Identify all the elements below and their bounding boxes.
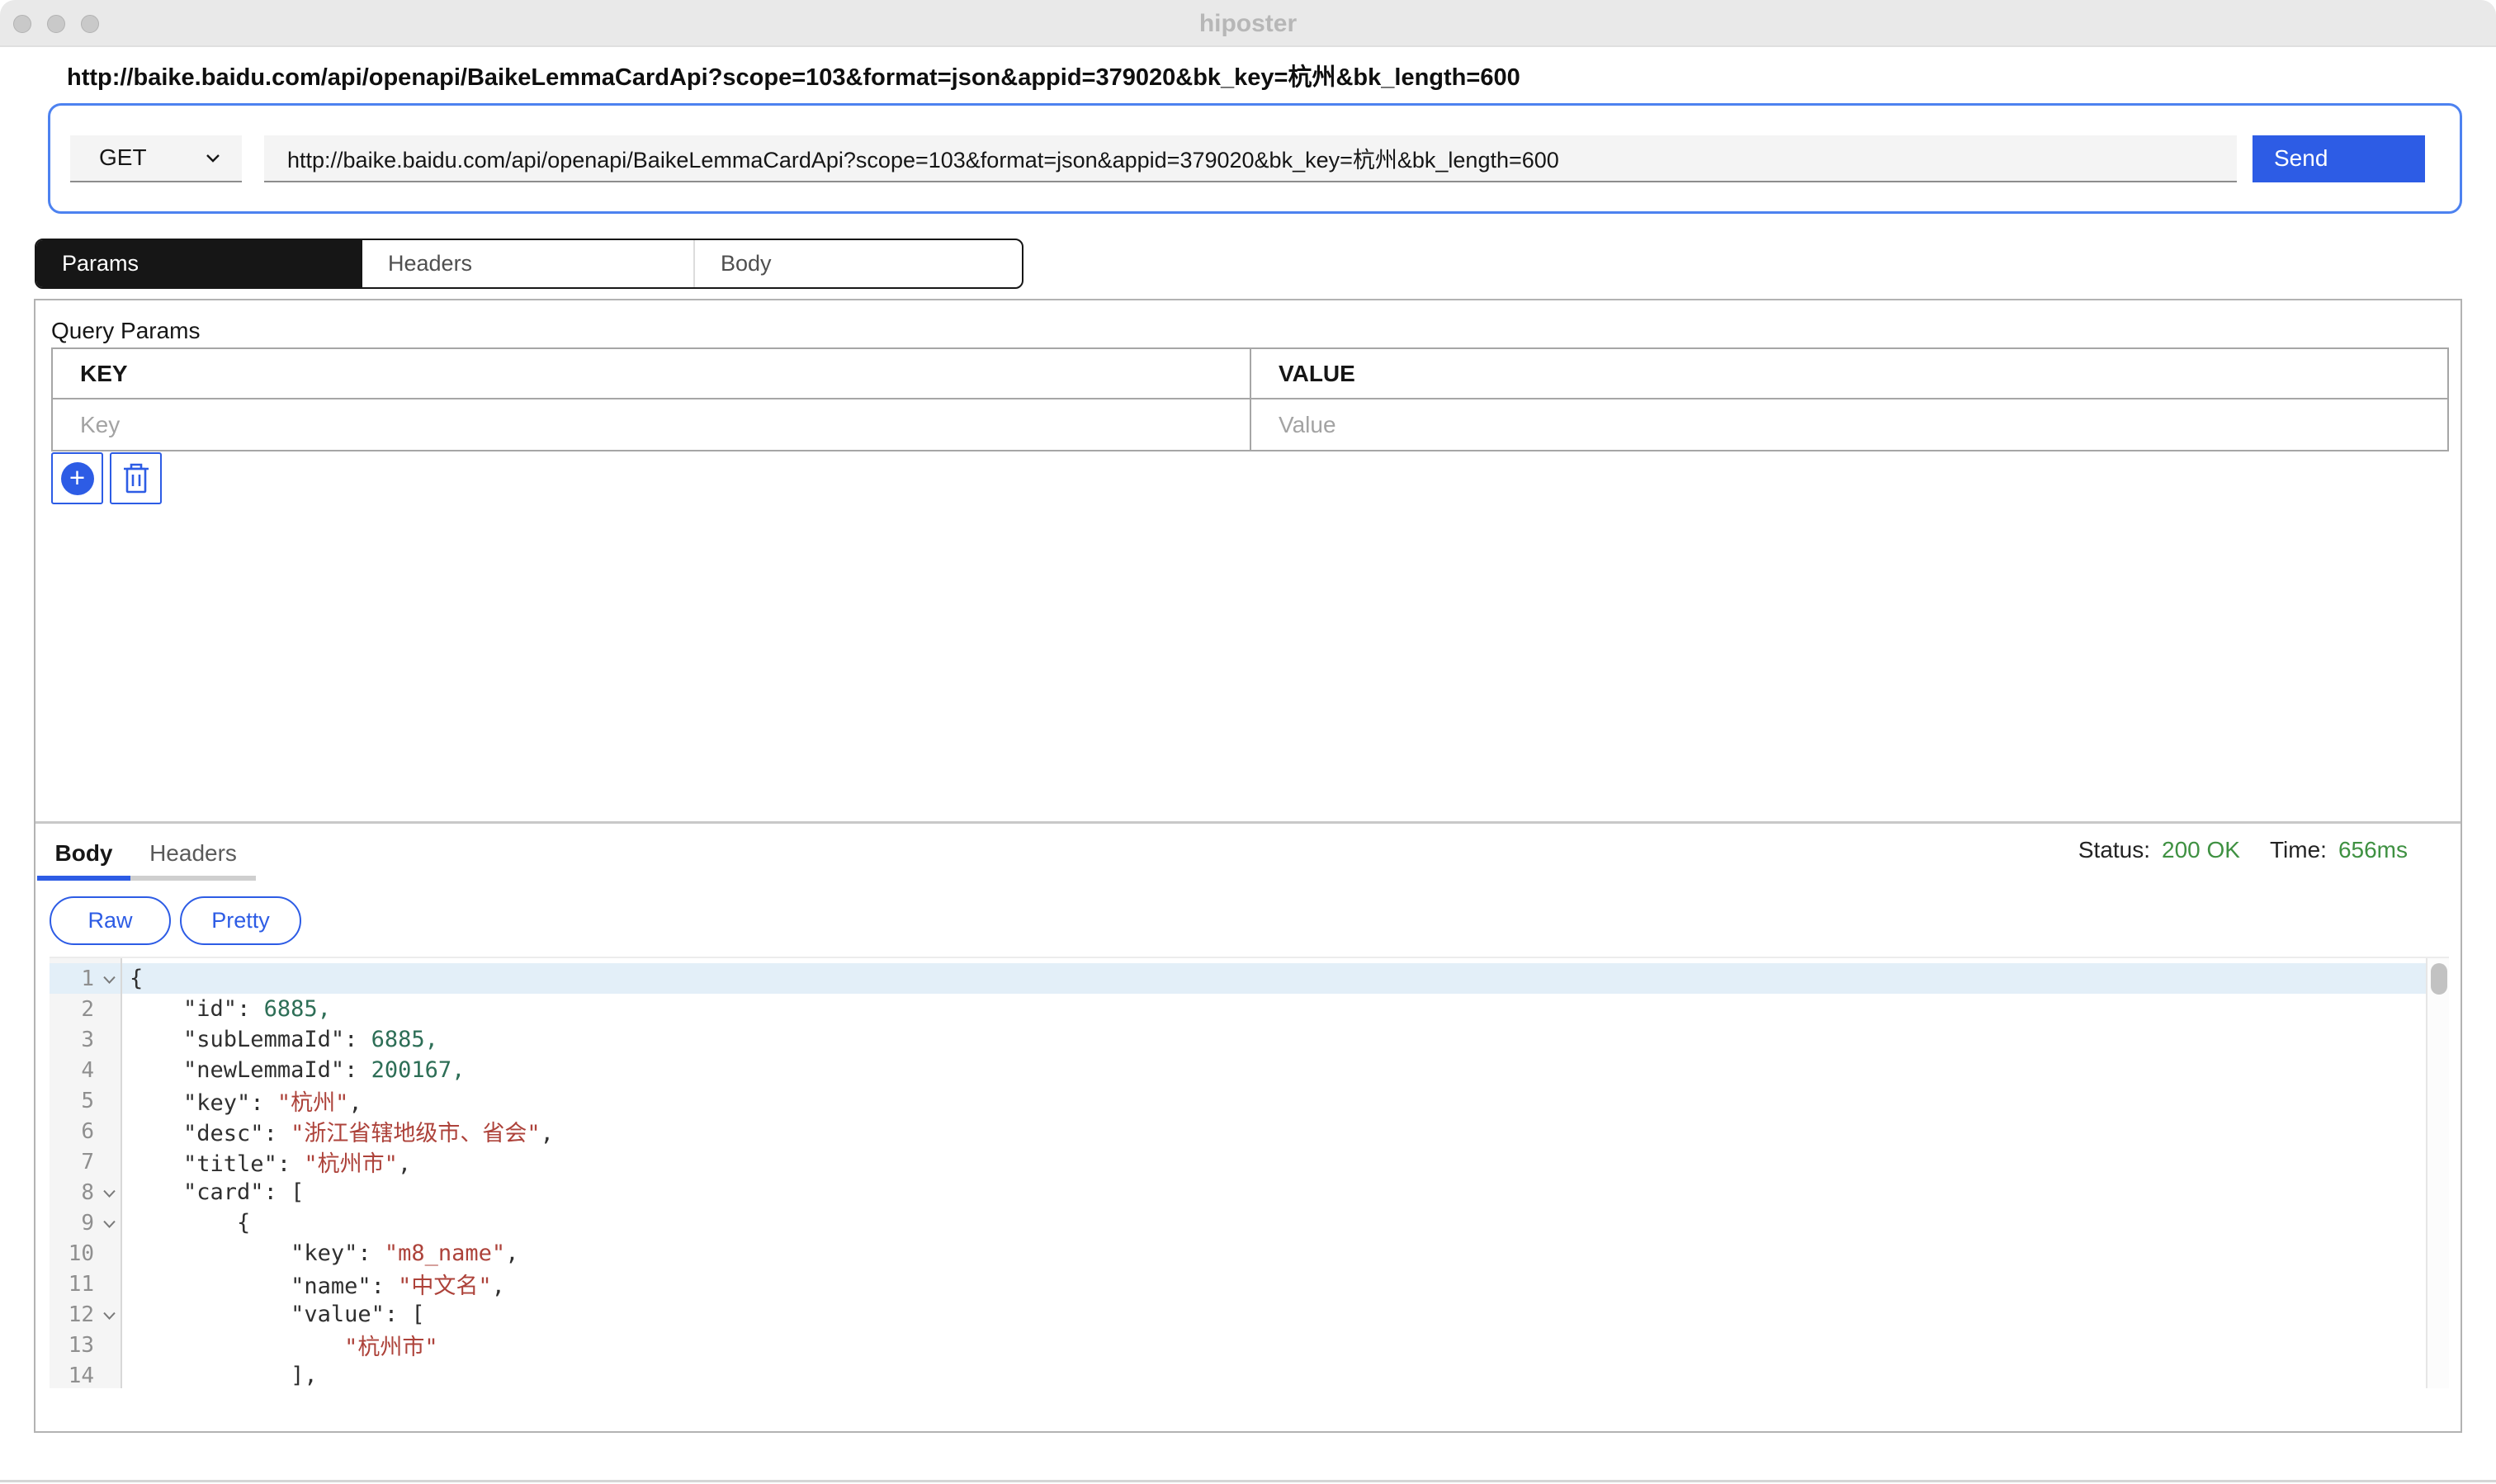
tab-params[interactable]: Params	[36, 240, 362, 287]
code-line: 9 {	[50, 1208, 2426, 1238]
main-panel: Query Params KEY VALUE +	[34, 299, 2462, 1433]
fold-chevron-icon[interactable]	[102, 974, 116, 985]
status-label: Status:	[2078, 837, 2150, 863]
query-params-table: KEY VALUE	[51, 347, 2449, 451]
response-body-viewer: 1{2 "id": 6885,3 "subLemmaId": 6885,4 "n…	[50, 957, 2449, 1388]
window-title: hiposter	[0, 0, 2496, 47]
tab-body[interactable]: Body	[693, 240, 1022, 287]
response-tab-body[interactable]: Body	[37, 831, 130, 881]
window-bottom-edge	[0, 1480, 2496, 1482]
request-response-divider	[35, 821, 2461, 824]
line-number: 7	[50, 1150, 121, 1174]
method-select[interactable]: GET	[70, 135, 242, 182]
code-line: 3 "subLemmaId": 6885,	[50, 1024, 2426, 1055]
send-button[interactable]: Send	[2253, 135, 2425, 182]
gutter-separator	[121, 958, 122, 1388]
response-view-buttons: Raw Pretty	[50, 896, 301, 945]
column-header-key: KEY	[53, 349, 1251, 398]
code-line: 2 "id": 6885,	[50, 994, 2426, 1024]
line-number: 4	[50, 1058, 121, 1083]
line-number: 14	[50, 1363, 121, 1388]
request-bar: GET Send	[48, 103, 2462, 214]
line-number: 10	[50, 1241, 121, 1266]
trash-icon	[121, 461, 152, 496]
fold-chevron-icon[interactable]	[102, 1310, 116, 1321]
table-header-row: KEY VALUE	[53, 349, 2447, 399]
code-line: 8 "card": [	[50, 1177, 2426, 1208]
status-value: 200 OK	[2162, 837, 2240, 863]
response-tab-headers[interactable]: Headers	[130, 831, 256, 881]
code-line: 12 "value": [	[50, 1299, 2426, 1330]
code-line: 10 "key": "m8_name",	[50, 1238, 2426, 1269]
code-line: 6 "desc": "浙江省辖地级市、省会",	[50, 1116, 2426, 1146]
delete-param-button[interactable]	[110, 452, 162, 504]
url-input[interactable]	[264, 135, 2237, 182]
response-status: Status: 200 OK Time: 656ms	[2078, 837, 2408, 863]
titlebar: hiposter	[0, 0, 2496, 47]
code-line: 1{	[50, 963, 2426, 994]
fold-chevron-icon[interactable]	[102, 1188, 116, 1198]
response-tabs: Body Headers	[37, 831, 256, 881]
line-number: 11	[50, 1272, 121, 1297]
code-line: 11 "name": "中文名",	[50, 1269, 2426, 1299]
line-number: 2	[50, 997, 121, 1022]
line-number: 6	[50, 1119, 121, 1144]
param-key-input[interactable]	[80, 412, 1191, 438]
code-scrollbar[interactable]	[2426, 958, 2449, 1388]
param-value-input[interactable]	[1279, 412, 2389, 438]
time-label: Time:	[2270, 837, 2327, 863]
time-value: 656ms	[2338, 837, 2408, 863]
fold-chevron-icon[interactable]	[102, 1218, 116, 1229]
add-param-button[interactable]: +	[51, 452, 103, 504]
code-line: 5 "key": "杭州",	[50, 1085, 2426, 1116]
code-line: 4 "newLemmaId": 200167,	[50, 1055, 2426, 1085]
param-row-actions: +	[51, 452, 162, 504]
method-select-value: GET	[99, 144, 147, 171]
tab-headers[interactable]: Headers	[362, 240, 693, 287]
line-number: 3	[50, 1028, 121, 1052]
code-lines: 1{2 "id": 6885,3 "subLemmaId": 6885,4 "n…	[50, 963, 2426, 1388]
code-line: 14 ],	[50, 1360, 2426, 1388]
chevron-down-icon	[202, 147, 224, 168]
pretty-button[interactable]: Pretty	[180, 896, 301, 945]
query-params-title: Query Params	[51, 318, 201, 344]
column-header-value: VALUE	[1251, 349, 2447, 398]
request-url-heading: http://baike.baidu.com/api/openapi/Baike…	[67, 58, 1520, 92]
code-line: 7 "title": "杭州市",	[50, 1146, 2426, 1177]
line-number: 5	[50, 1089, 121, 1113]
raw-button[interactable]: Raw	[50, 896, 171, 945]
line-number: 13	[50, 1333, 121, 1358]
code-line: 13 "杭州市"	[50, 1330, 2426, 1360]
scrollbar-thumb[interactable]	[2431, 963, 2447, 995]
app-window: hiposter http://baike.baidu.com/api/open…	[0, 0, 2496, 1484]
plus-icon: +	[61, 462, 94, 495]
table-row	[53, 399, 2447, 450]
request-tabs: Params Headers Body	[35, 239, 1023, 289]
